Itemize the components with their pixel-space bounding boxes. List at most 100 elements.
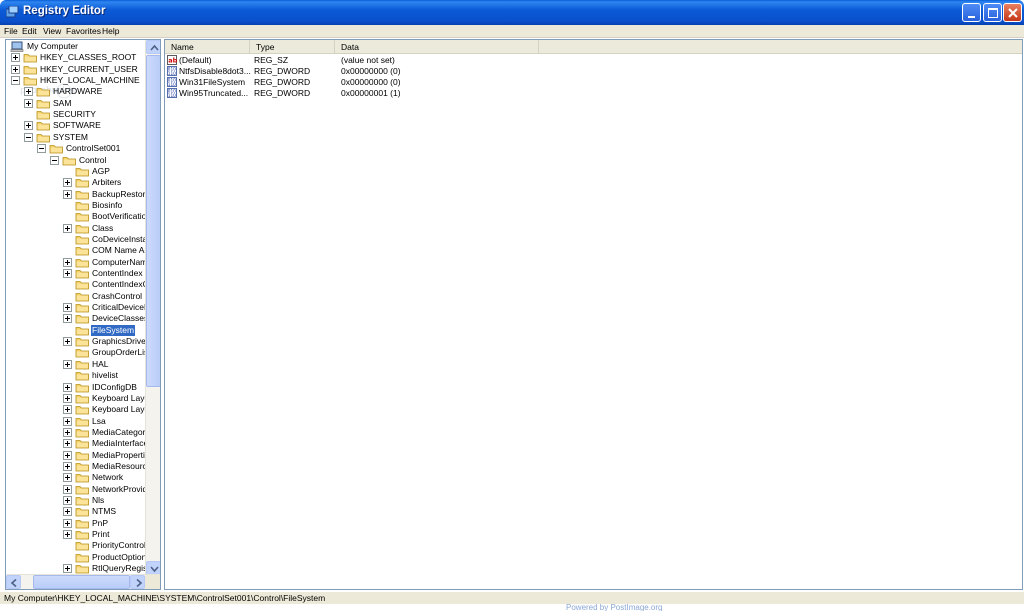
collapse-minus-icon[interactable] — [37, 144, 46, 154]
folder-icon — [75, 485, 89, 495]
values-list[interactable]: Name Type Data ab (Default) REG_SZ (value n… — [164, 39, 1023, 590]
expand-plus-icon[interactable] — [63, 303, 72, 313]
list-item[interactable]: 010 110 Win31FileSystem REG_DWORD 0x00000000… — [165, 77, 565, 88]
tree-item-label: NetworkProvide — [92, 483, 152, 494]
close-button[interactable] — [1003, 3, 1022, 22]
list-cell-type: REG_SZ — [254, 55, 289, 65]
expand-plus-icon[interactable] — [63, 564, 72, 574]
svg-text:110: 110 — [168, 93, 176, 98]
folder-icon — [23, 54, 37, 63]
status-bar: My Computer\HKEY_LOCAL_MACHINE\SYSTEM\Co… — [0, 591, 1024, 604]
expand-plus-icon[interactable] — [63, 439, 72, 449]
expand-plus-icon[interactable] — [63, 518, 72, 528]
list-cell-type: REG_DWORD — [254, 88, 311, 98]
scroll-left-button[interactable] — [6, 575, 21, 589]
scroll-up-button[interactable] — [146, 40, 160, 54]
expand-plus-icon[interactable] — [63, 269, 72, 278]
expand-plus-icon[interactable] — [63, 189, 72, 199]
expand-plus-icon[interactable] — [63, 393, 72, 403]
expand-plus-icon[interactable] — [63, 496, 72, 505]
folder-icon — [75, 531, 89, 540]
tree-item-label: Print — [92, 529, 110, 540]
list-cell-name: Win31FileSystem — [179, 77, 246, 87]
tree-item-label: BackupRestore — [92, 188, 151, 199]
computer-icon — [10, 41, 24, 52]
menu-view[interactable]: View — [43, 26, 61, 36]
tree-vertical-scroll-thumb[interactable] — [146, 55, 160, 387]
folder-icon — [75, 394, 89, 404]
column-header-name[interactable]: Name — [165, 40, 250, 54]
tree-item-label: Lsa — [92, 415, 106, 426]
tree-item-label: Class — [92, 222, 114, 233]
expand-plus-icon[interactable] — [24, 98, 33, 108]
folder-icon — [75, 349, 89, 358]
tree-item-label: SAM — [53, 97, 72, 108]
list-item[interactable]: 010 110 NtfsDisable8dot3... REG_DWORD 0x0000… — [165, 66, 565, 77]
string-value-icon: ab — [167, 55, 177, 65]
tree-item-label: ProductOptions — [92, 551, 151, 562]
folder-icon — [23, 77, 37, 86]
tree-horizontal-scroll-thumb[interactable] — [33, 575, 130, 589]
tree-horizontal-scrollbar[interactable] — [6, 574, 160, 589]
tree-item-label: NTMS — [92, 506, 117, 517]
folder-icon — [75, 315, 89, 324]
expand-plus-icon[interactable] — [63, 178, 72, 188]
expand-plus-icon[interactable] — [63, 530, 72, 540]
expand-plus-icon[interactable] — [63, 314, 72, 324]
expand-plus-icon[interactable] — [63, 461, 72, 471]
tree-vertical-scrollbar[interactable] — [145, 40, 160, 575]
minimize-button[interactable] — [962, 3, 981, 22]
expand-plus-icon[interactable] — [63, 405, 72, 415]
expand-plus-icon[interactable] — [63, 223, 72, 233]
expand-plus-icon[interactable] — [63, 450, 72, 460]
expand-plus-icon[interactable] — [11, 53, 20, 63]
column-header-type[interactable]: Type — [250, 40, 335, 54]
expand-plus-icon[interactable] — [63, 507, 72, 517]
expand-plus-icon[interactable] — [63, 484, 72, 494]
tree-item-label: HKEY_CLASSES_ROOT — [40, 52, 137, 63]
tree-item-label: AGP — [92, 165, 110, 176]
window-title: Registry Editor — [23, 5, 106, 17]
chevron-up-icon — [150, 44, 159, 51]
collapse-minus-icon[interactable] — [24, 132, 33, 142]
scroll-down-button[interactable] — [146, 561, 160, 575]
menu-help[interactable]: Help — [102, 26, 119, 36]
expand-plus-icon[interactable] — [63, 382, 72, 392]
expand-plus-icon[interactable] — [24, 87, 33, 97]
menu-edit[interactable]: Edit — [22, 26, 37, 36]
list-cell-name: Win95Truncated... — [179, 88, 249, 98]
close-icon — [1008, 8, 1018, 18]
expand-plus-icon[interactable] — [63, 473, 72, 483]
minimize-icon — [968, 16, 975, 18]
tree-item-label: Network — [92, 472, 124, 483]
collapse-minus-icon[interactable] — [50, 155, 59, 165]
expand-plus-icon[interactable] — [63, 416, 72, 426]
folder-icon — [75, 451, 89, 460]
expand-plus-icon[interactable] — [63, 337, 72, 347]
expand-plus-icon[interactable] — [63, 359, 72, 369]
expand-plus-icon[interactable] — [63, 257, 72, 267]
collapse-minus-icon[interactable] — [11, 76, 20, 86]
list-cell-name: NtfsDisable8dot3... — [179, 66, 251, 76]
maximize-button[interactable] — [983, 3, 1002, 22]
folder-icon — [75, 304, 89, 313]
column-header-data[interactable]: Data — [335, 40, 539, 54]
registry-tree[interactable]: photobucket My ComputerHKEY_CLASSES_ROOT… — [5, 39, 161, 590]
expand-plus-icon[interactable] — [24, 121, 33, 131]
menu-favorites[interactable]: Favorites — [66, 26, 101, 36]
chevron-left-icon — [10, 578, 17, 588]
title-bar[interactable]: Registry Editor — [0, 0, 1024, 25]
list-item[interactable]: ab (Default) REG_SZ (value not set) — [165, 55, 565, 66]
scroll-right-button[interactable] — [130, 575, 145, 589]
folder-icon — [75, 292, 89, 302]
expand-plus-icon[interactable] — [11, 64, 20, 74]
footer-watermark: Powered by PostImage.org — [566, 603, 663, 611]
tree-item-label: SECURITY — [53, 109, 96, 120]
list-cell-data: 0x00000000 (0) — [341, 77, 401, 87]
list-item[interactable]: 010 110 Win95Truncated... REG_DWORD 0x000000… — [165, 88, 565, 99]
binary-value-icon: 010110 — [167, 88, 177, 98]
menu-file[interactable]: File — [4, 26, 18, 36]
scrollbar-corner — [145, 575, 160, 589]
expand-plus-icon[interactable] — [63, 427, 72, 437]
open-folder-icon — [75, 326, 89, 336]
